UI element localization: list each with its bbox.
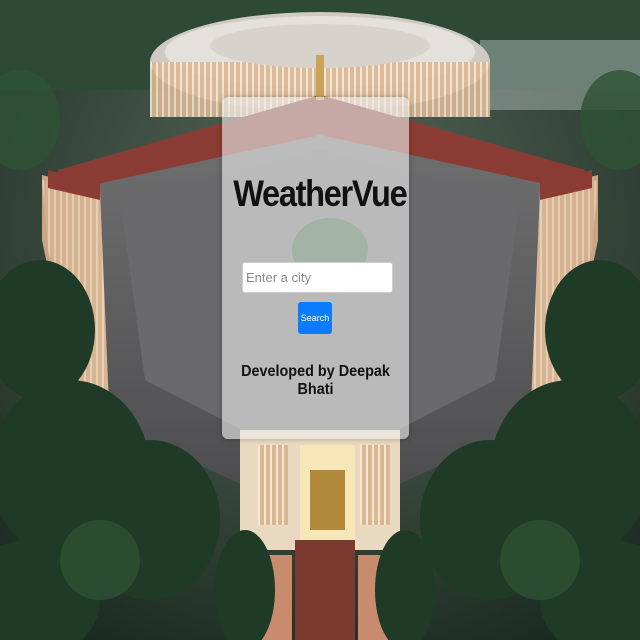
weather-app-page: WeatherVue Search Developed by Deepak Bh…: [0, 0, 640, 640]
city-search-input[interactable]: [242, 262, 393, 293]
app-title: WeatherVue: [233, 173, 408, 214]
weather-search-card: WeatherVue Search Developed by Deepak Bh…: [222, 97, 409, 439]
search-button[interactable]: Search: [298, 302, 332, 334]
developer-credit: Developed by Deepak Bhati: [241, 363, 390, 398]
